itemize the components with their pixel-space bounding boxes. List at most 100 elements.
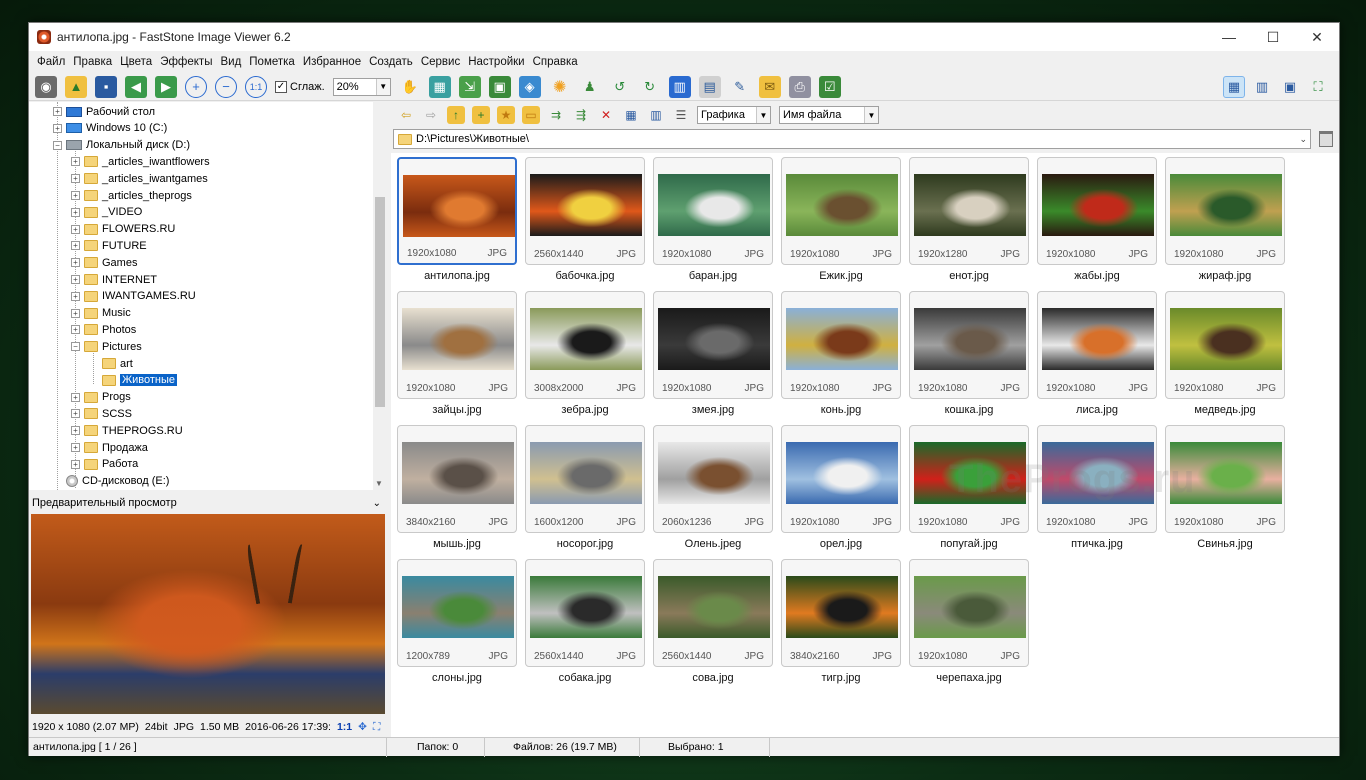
new-folder-icon[interactable]: +: [472, 106, 490, 124]
thumbnail-filename[interactable]: конь.jpg: [777, 404, 905, 416]
previous-image-icon[interactable]: ◀: [125, 75, 147, 98]
tree-item[interactable]: + Progs: [71, 389, 131, 406]
thumbnail[interactable]: 3840x2160 JPG: [397, 425, 517, 533]
draw-icon[interactable]: ✎: [729, 76, 751, 98]
thumbnail-filename[interactable]: тигр.jpg: [777, 672, 905, 684]
thumbnail[interactable]: 2560x1440 JPG: [525, 559, 645, 667]
thumbnail[interactable]: 1920x1080 JPG: [909, 559, 1029, 667]
actual-size-icon[interactable]: 1:1: [245, 75, 267, 98]
tree-item[interactable]: + Music: [71, 305, 131, 322]
tree-item[interactable]: + FLOWERS.RU: [71, 221, 175, 238]
thumbnail-filename[interactable]: Свинья.jpg: [1161, 538, 1289, 550]
thumbnail[interactable]: 1920x1280 JPG: [909, 157, 1029, 265]
thumbnail[interactable]: 1920x1080 JPG: [1165, 291, 1285, 399]
email-icon[interactable]: ✉: [758, 75, 781, 98]
thumbnail[interactable]: 1920x1080 JPG: [397, 291, 517, 399]
tree-item[interactable]: + Photos: [71, 321, 136, 338]
scroll-down-icon[interactable]: ▼: [375, 479, 383, 488]
open-folder-icon[interactable]: ▲: [65, 75, 87, 98]
thumbnail-filename[interactable]: енот.jpg: [905, 270, 1033, 282]
collapse-icon[interactable]: −: [71, 342, 80, 352]
copy-to-icon[interactable]: ⇉: [547, 106, 565, 124]
thumbnail[interactable]: 1920x1080 JPG: [653, 157, 773, 265]
tree-item[interactable]: − Pictures: [71, 338, 142, 355]
thumbnail-filename[interactable]: антилопа.jpg: [393, 270, 521, 282]
tree-item[interactable]: + _articles_iwantgames: [71, 170, 208, 187]
collapse-icon[interactable]: −: [53, 140, 62, 150]
menu-effects[interactable]: Эффекты: [156, 56, 216, 68]
menu-favorites[interactable]: Избранное: [299, 56, 365, 68]
next-image-icon[interactable]: ▶: [155, 75, 177, 98]
tree-scrollbar[interactable]: ▼: [373, 102, 387, 490]
stamp-icon[interactable]: ♟: [579, 76, 601, 98]
view-filter-select[interactable]: Графика ▼: [697, 106, 771, 124]
minimize-button[interactable]: —: [1207, 23, 1251, 51]
thumbnail[interactable]: 1920x1080 JPG: [909, 425, 1029, 533]
preview-header[interactable]: Предварительный просмотр ⌄: [29, 494, 387, 512]
thumbnail-filename[interactable]: попугай.jpg: [905, 538, 1033, 550]
thumbnail-filename[interactable]: жираф.jpg: [1161, 270, 1289, 282]
thumbnail-filename[interactable]: орел.jpg: [777, 538, 905, 550]
tree-scroll-thumb[interactable]: [375, 197, 385, 407]
thumbnail[interactable]: 1920x1080 JPG: [781, 425, 901, 533]
thumbnail-filename[interactable]: слоны.jpg: [393, 672, 521, 684]
expand-icon[interactable]: +: [71, 325, 80, 335]
thumbnail-filename[interactable]: Олень.jpeg: [649, 538, 777, 550]
thumbnail[interactable]: 3008x2000 JPG: [525, 291, 645, 399]
thumbnail[interactable]: 1200x789 JPG: [397, 559, 517, 667]
tree-item[interactable]: + Windows 10 (C:): [53, 120, 167, 137]
expand-icon[interactable]: +: [71, 443, 80, 452]
menu-colors[interactable]: Цвета: [116, 56, 156, 68]
expand-icon[interactable]: +: [71, 174, 80, 184]
expand-icon[interactable]: +: [71, 157, 80, 167]
tree-item[interactable]: + Работа: [71, 456, 138, 473]
expand-icon[interactable]: +: [71, 426, 80, 436]
layout-preview-icon[interactable]: ▣: [1279, 76, 1301, 98]
forward-icon[interactable]: ⇨: [422, 106, 440, 124]
thumbnail[interactable]: 1920x1080 JPG: [653, 291, 773, 399]
expand-icon[interactable]: +: [53, 123, 62, 133]
tree-item[interactable]: + _VIDEO: [71, 204, 142, 221]
thumbnail-filename[interactable]: мышь.jpg: [393, 538, 521, 550]
thumbnail[interactable]: 1920x1080 JPG: [1037, 425, 1157, 533]
close-button[interactable]: ✕: [1295, 23, 1339, 51]
thumbnail-filename[interactable]: бабочка.jpg: [521, 270, 649, 282]
expand-icon[interactable]: +: [71, 207, 80, 217]
print-icon[interactable]: ⎙: [788, 75, 811, 98]
thumbnail-filename[interactable]: кошка.jpg: [905, 404, 1033, 416]
thumbnail-filename[interactable]: баран.jpg: [649, 270, 777, 282]
thumbnail[interactable]: 1920x1080 JPG: [1165, 425, 1285, 533]
slideshow-icon[interactable]: ▤: [698, 75, 721, 98]
tree-item[interactable]: + _articles_iwantflowers: [71, 153, 210, 170]
select-all-icon[interactable]: ▦: [622, 106, 640, 124]
tree-item[interactable]: + Games: [71, 254, 137, 271]
thumbnail-filename[interactable]: собака.jpg: [521, 672, 649, 684]
expand-icon[interactable]: +: [71, 275, 80, 284]
thumbnail-filename[interactable]: зебра.jpg: [521, 404, 649, 416]
expand-icon[interactable]: +: [71, 308, 80, 318]
maximize-button[interactable]: ☐: [1251, 23, 1295, 51]
layout-thumbnails-icon[interactable]: ▥: [1251, 76, 1273, 98]
expand-icon[interactable]: +: [71, 392, 80, 402]
folder-icon[interactable]: ▭: [522, 106, 540, 124]
thumbnail[interactable]: 1600x1200 JPG: [525, 425, 645, 533]
fit-icon[interactable]: ✥: [358, 721, 367, 733]
thumbnail[interactable]: 1920x1080 JPG: [397, 157, 517, 265]
collapse-icon[interactable]: ⌄: [373, 498, 381, 509]
tree-item[interactable]: + FUTURE: [71, 237, 147, 254]
menu-create[interactable]: Создать: [365, 56, 417, 68]
thumbnail[interactable]: 2560x1440 JPG: [525, 157, 645, 265]
thumbnail[interactable]: 1920x1080 JPG: [781, 157, 901, 265]
thumbnail[interactable]: 1920x1080 JPG: [1037, 157, 1157, 265]
crop-icon[interactable]: ▦: [428, 75, 451, 98]
expand-icon[interactable]: +: [71, 291, 80, 301]
thumbnail[interactable]: 1920x1080 JPG: [909, 291, 1029, 399]
preview-image[interactable]: [31, 514, 385, 714]
tree-item[interactable]: + IWANTGAMES.RU: [71, 288, 196, 305]
zoom-in-icon[interactable]: +: [185, 75, 207, 98]
layout-browser-icon[interactable]: ▦: [1223, 76, 1245, 98]
smooth-checkbox[interactable]: ✓ Сглаж.: [275, 80, 325, 93]
thumbnail-filename[interactable]: медведь.jpg: [1161, 404, 1289, 416]
zoom-select[interactable]: 20% ▼: [332, 77, 391, 96]
thumbnail-filename[interactable]: Ежик.jpg: [777, 270, 905, 282]
